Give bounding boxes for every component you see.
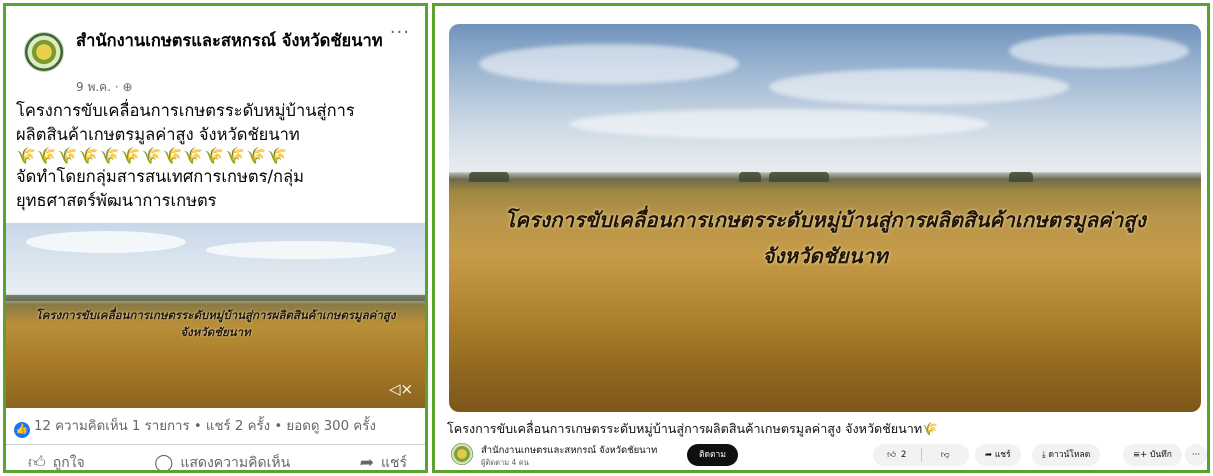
- cloud: [26, 231, 186, 253]
- subscriber-count: ผู้ติดตาม 4 คน: [481, 458, 529, 467]
- post-action-bar: 👍︎ ถูกใจ ◯ แสดงความคิดเห็น ➦ แชร์: [6, 444, 425, 473]
- thumbs-up-icon: 👍︎: [887, 450, 896, 460]
- post-text-line: จัดทำโดยกลุ่มสารสนเทศการเกษตร/กลุ่ม: [16, 167, 305, 186]
- post-stats-text: 12 ความคิดเห็น 1 รายการ • แชร์ 2 ครั้ง •…: [34, 419, 376, 434]
- video-title-text: โครงการขับเคลื่อนการเกษตรระดับหมู่บ้านสู…: [447, 421, 923, 436]
- youtube-panel: โครงการขับเคลื่อนการเกษตรระดับหมู่บ้านสู…: [432, 3, 1210, 473]
- video-overlay-title: โครงการขับเคลื่อนการเกษตรระดับหมู่บ้านสู…: [6, 307, 425, 341]
- post-date-text: 9 พ.ค. ·: [76, 80, 123, 94]
- like-dislike-group: 👍︎ 2 👎︎: [873, 444, 969, 466]
- share-label: แชร์: [994, 450, 1011, 460]
- mute-icon[interactable]: ◁×: [389, 380, 413, 400]
- post-video[interactable]: โครงการขับเคลื่อนการเกษตรระดับหมู่บ้านสู…: [6, 223, 425, 408]
- tree-cluster: [1009, 172, 1033, 182]
- more-options-icon[interactable]: ···: [390, 22, 410, 43]
- page-logo[interactable]: [24, 32, 64, 72]
- tree-cluster: [469, 172, 509, 182]
- video-overlay-title: โครงการขับเคลื่อนการเกษตรระดับหมู่บ้านสู…: [449, 202, 1201, 274]
- comment-icon: ◯: [154, 452, 174, 473]
- like-reaction-icon: 👍: [14, 422, 30, 438]
- comment-button[interactable]: ◯ แสดงความคิดเห็น: [154, 451, 291, 473]
- post-header: สำนักงานเกษตรและสหกรณ์ จังหวัดชัยนาท 9 พ…: [18, 22, 418, 98]
- playlist-add-icon: ≡+: [1133, 450, 1148, 460]
- channel-name[interactable]: สำนักงานเกษตรและสหกรณ์ จังหวัดชัยนาท: [481, 443, 657, 458]
- tree-cluster: [769, 172, 829, 182]
- video-overlay-line: จังหวัดชัยนาท: [762, 244, 888, 268]
- share-arrow-icon: ➦: [985, 450, 993, 460]
- channel-avatar[interactable]: [451, 443, 473, 465]
- dislike-button[interactable]: 👎︎: [922, 444, 970, 466]
- post-stats[interactable]: 👍 12 ความคิดเห็น 1 รายการ • แชร์ 2 ครั้ง …: [14, 415, 424, 438]
- save-label: บันทึก: [1149, 450, 1172, 460]
- video-title: โครงการขับเคลื่อนการเกษตรระดับหมู่บ้านสู…: [447, 419, 1207, 439]
- treeline: [6, 295, 425, 301]
- download-icon: ⤓: [1042, 450, 1046, 460]
- save-button[interactable]: ≡+ บันทึก: [1123, 444, 1182, 466]
- post-text: โครงการขับเคลื่อนการเกษตรระดับหมู่บ้านสู…: [16, 99, 421, 213]
- comment-label: แสดงความคิดเห็น: [180, 454, 291, 471]
- wheat-icon: 🌾: [922, 421, 938, 436]
- rice-emoji-row: 🌾🌾🌾🌾🌾🌾🌾🌾🌾🌾🌾🌾🌾: [16, 146, 288, 165]
- cloud: [569, 109, 989, 139]
- thumbs-up-icon: 👍︎: [28, 453, 46, 473]
- like-count: 2: [900, 450, 907, 460]
- post-date[interactable]: 9 พ.ค. · ⊕: [76, 78, 133, 97]
- cloud: [1009, 34, 1189, 68]
- like-button[interactable]: 👍︎ ถูกใจ: [28, 451, 85, 473]
- share-arrow-icon: ➦: [359, 452, 374, 473]
- like-label: ถูกใจ: [52, 454, 85, 471]
- download-label: ดาวน์โหลด: [1048, 450, 1091, 460]
- download-button[interactable]: ⤓ ดาวน์โหลด: [1032, 444, 1101, 466]
- like-button[interactable]: 👍︎ 2: [873, 444, 921, 466]
- subscribe-button[interactable]: ติดตาม: [687, 444, 738, 466]
- post-text-line: โครงการขับเคลื่อนการเกษตรระดับหมู่บ้านสู…: [16, 101, 355, 120]
- page-name[interactable]: สำนักงานเกษตรและสหกรณ์ จังหวัดชัยนาท: [76, 30, 386, 52]
- share-button[interactable]: ➦ แชร์: [975, 444, 1021, 466]
- cloud: [769, 69, 1069, 105]
- more-actions-icon[interactable]: ···: [1185, 444, 1207, 466]
- channel-row: สำนักงานเกษตรและสหกรณ์ จังหวัดชัยนาท ผู้…: [447, 442, 1207, 470]
- tree-cluster: [739, 172, 761, 182]
- share-button[interactable]: ➦ แชร์: [359, 451, 407, 473]
- facebook-post-panel: สำนักงานเกษตรและสหกรณ์ จังหวัดชัยนาท 9 พ…: [3, 3, 428, 473]
- thumbs-down-icon: 👎︎: [940, 450, 950, 460]
- video-overlay-line: จังหวัดชัยนาท: [180, 325, 251, 339]
- share-label: แชร์: [380, 454, 407, 471]
- youtube-video-player[interactable]: โครงการขับเคลื่อนการเกษตรระดับหมู่บ้านสู…: [449, 24, 1201, 412]
- post-text-line: ผลิตสินค้าเกษตรมูลค่าสูง จังหวัดชัยนาท: [16, 125, 300, 144]
- post-text-line: ยุทธศาสตร์พัฒนาการเกษตร: [16, 191, 217, 210]
- globe-icon: ⊕: [122, 80, 133, 94]
- cloud: [479, 44, 739, 84]
- cloud: [206, 241, 396, 259]
- video-overlay-line: โครงการขับเคลื่อนการเกษตรระดับหมู่บ้านสู…: [35, 308, 396, 322]
- video-overlay-line: โครงการขับเคลื่อนการเกษตรระดับหมู่บ้านสู…: [504, 208, 1146, 232]
